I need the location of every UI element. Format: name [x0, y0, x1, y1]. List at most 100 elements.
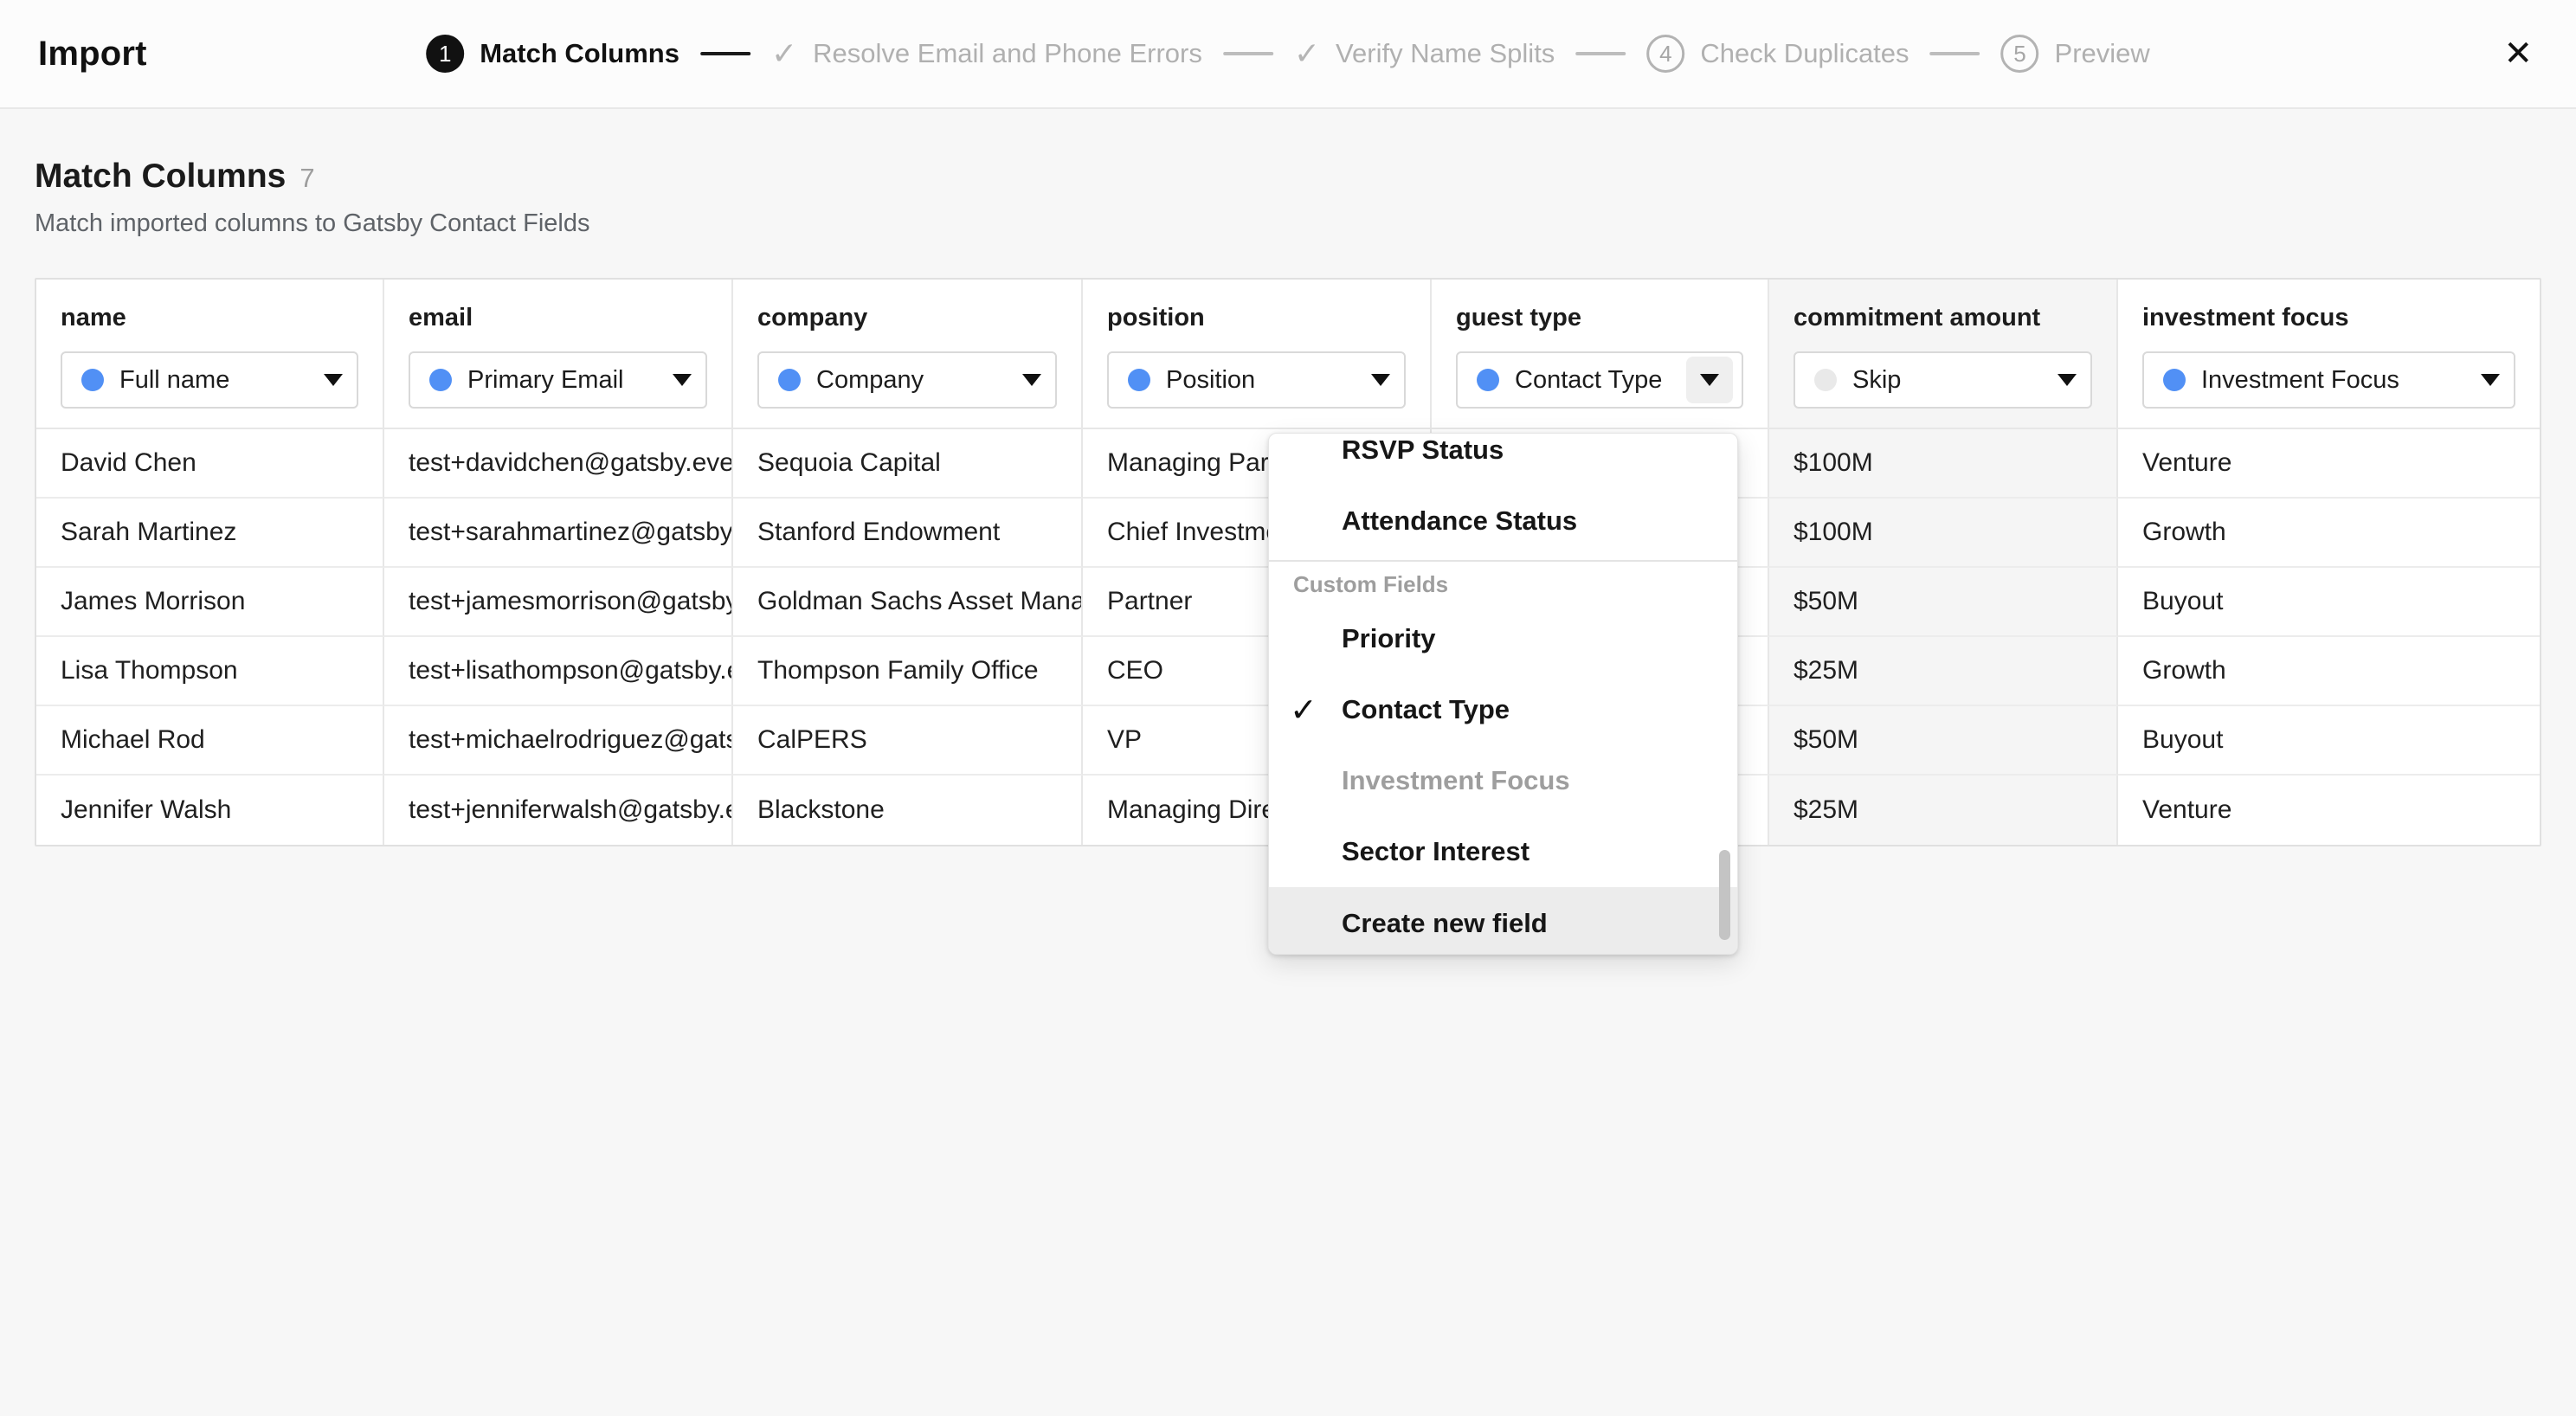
menu-item-label: Sector Interest — [1342, 836, 1530, 867]
column-header-name: name Full name — [36, 280, 384, 429]
step-check-duplicates[interactable]: 4Check Duplicates — [1646, 35, 1909, 73]
step-connector — [1223, 52, 1273, 55]
step-complete-check-icon: ✓ — [771, 35, 797, 72]
column-label: investment focus — [2142, 304, 2515, 332]
step-resolve-email-and-phone-errors[interactable]: ✓ Resolve Email and Phone Errors — [771, 35, 1202, 72]
mapped-field-dot-icon — [1128, 369, 1150, 391]
menu-item-sector-interest[interactable]: Sector Interest — [1269, 816, 1737, 887]
field-select-position[interactable]: Position — [1107, 351, 1406, 409]
table-cell-name: Lisa Thompson — [36, 637, 384, 706]
select-value: Full name — [119, 366, 308, 395]
step-connector — [1930, 52, 1980, 55]
field-select-investment-focus[interactable]: Investment Focus — [2142, 351, 2515, 409]
column-header-commitment-amount: commitment amount Skip — [1769, 280, 2118, 429]
import-wizard-page: { "header": { "title": "Import", "close_… — [0, 0, 2576, 1416]
menu-item-create-new-field[interactable]: Create new field — [1269, 887, 1737, 955]
mapped-field-dot-icon — [778, 369, 801, 391]
chevron-down-icon — [1371, 374, 1390, 386]
mapped-field-dot-icon — [429, 369, 452, 391]
chevron-button — [1686, 357, 1733, 403]
column-label: email — [409, 304, 707, 332]
chevron-down-icon — [673, 374, 692, 386]
select-value: Company — [816, 366, 1007, 395]
menu-item-investment-focus[interactable]: Investment Focus — [1269, 745, 1737, 816]
page-title: Match Columns — [35, 158, 286, 196]
table-cell-name: David Chen — [36, 429, 384, 499]
select-value: Position — [1166, 366, 1356, 395]
table-cell-name: Sarah Martinez — [36, 499, 384, 568]
menu-divider — [1269, 560, 1737, 562]
check-icon: ✓ — [1290, 691, 1317, 730]
stepper: 1Match Columns ✓ Resolve Email and Phone E… — [426, 0, 2150, 107]
table-cell-investment-focus: Buyout — [2118, 706, 2540, 776]
import-title: Import — [38, 35, 147, 74]
menu-item-label: Contact Type — [1342, 694, 1510, 725]
table-cell-email: test+jamesmorrison@gatsby.e — [384, 568, 733, 637]
table-cell-email: test+davidchen@gatsby.event — [384, 429, 733, 499]
table-cell-commitment-amount: $50M — [1769, 568, 2118, 637]
menu-item-contact-type[interactable]: ✓ Contact Type — [1269, 674, 1737, 745]
field-select-company[interactable]: Company — [757, 351, 1057, 409]
mapped-field-dot-icon — [2163, 369, 2186, 391]
menu-item-label: Create new field — [1342, 908, 1548, 939]
column-label: name — [61, 304, 358, 332]
table-cell-investment-focus: Growth — [2118, 637, 2540, 706]
field-select-skip[interactable]: Skip — [1794, 351, 2092, 409]
menu-section-custom-fields: Custom Fields — [1269, 565, 1737, 603]
step-verify-name-splits[interactable]: ✓ Verify Name Splits — [1294, 35, 1555, 72]
mapped-field-dot-icon — [81, 369, 104, 391]
table-cell-company: Goldman Sachs Asset Manage — [733, 568, 1083, 637]
menu-item-rsvp-status[interactable]: RSVP Status — [1269, 433, 1737, 486]
table-cell-company: Stanford Endowment — [733, 499, 1083, 568]
table-cell-company: Thompson Family Office — [733, 637, 1083, 706]
table-cell-company: Blackstone — [733, 776, 1083, 845]
menu-item-attendance-status[interactable]: Attendance Status — [1269, 486, 1737, 557]
chevron-down-icon — [1022, 374, 1041, 386]
field-select-primary-email[interactable]: Primary Email — [409, 351, 707, 409]
table-cell-investment-focus: Venture — [2118, 776, 2540, 845]
select-value: Investment Focus — [2201, 366, 2465, 395]
step-label: Preview — [2055, 38, 2150, 69]
field-select-contact-type[interactable]: Contact Type — [1456, 351, 1743, 409]
table-cell-name: Jennifer Walsh — [36, 776, 384, 845]
table-cell-investment-focus: Growth — [2118, 499, 2540, 568]
close-icon[interactable]: ✕ — [2498, 33, 2538, 74]
menu-item-priority[interactable]: Priority — [1269, 603, 1737, 674]
menu-scrollbar[interactable] — [1719, 850, 1730, 940]
column-label: company — [757, 304, 1057, 332]
skip-dot-icon — [1814, 369, 1837, 391]
table-cell-investment-focus: Buyout — [2118, 568, 2540, 637]
table-cell-email: test+sarahmartinez@gatsby.ev — [384, 499, 733, 568]
chevron-down-icon — [324, 374, 343, 386]
step-number-badge: 4 — [1646, 35, 1684, 73]
table-cell-email: test+jenniferwalsh@gatsby.ev — [384, 776, 733, 845]
chevron-down-icon — [1700, 374, 1719, 386]
chevron-down-icon — [2058, 374, 2077, 386]
table-cell-commitment-amount: $25M — [1769, 637, 2118, 706]
table-cell-email: test+lisathompson@gatsby.ev — [384, 637, 733, 706]
column-header-email: email Primary Email — [384, 280, 733, 429]
column-label: commitment amount — [1794, 304, 2092, 332]
select-value: Contact Type — [1515, 366, 1671, 395]
step-match-columns[interactable]: 1Match Columns — [426, 35, 679, 73]
menu-item-label: Priority — [1342, 623, 1436, 654]
step-complete-check-icon: ✓ — [1294, 35, 1320, 72]
column-header-company: company Company — [733, 280, 1083, 429]
column-header-guest-type: guest type Contact Type — [1432, 280, 1769, 429]
import-header: Import 1Match Columns ✓ Resolve Email and … — [0, 0, 2576, 109]
menu-item-label: RSVP Status — [1342, 434, 1504, 466]
column-label: guest type — [1456, 304, 1743, 332]
page-head: Match Columns 7 Match imported columns t… — [35, 158, 2541, 238]
step-label: Match Columns — [480, 38, 679, 69]
select-value: Skip — [1852, 366, 2042, 395]
select-value: Primary Email — [467, 366, 657, 395]
step-preview[interactable]: 5 Preview — [2001, 35, 2150, 73]
mapped-field-dot-icon — [1477, 369, 1499, 391]
step-label: Verify Name Splits — [1336, 38, 1555, 69]
field-select-full-name[interactable]: Full name — [61, 351, 358, 409]
step-label: Resolve Email and Phone Errors — [813, 38, 1202, 69]
step-connector — [700, 52, 750, 55]
table-cell-commitment-amount: $50M — [1769, 706, 2118, 776]
table-cell-investment-focus: Venture — [2118, 429, 2540, 499]
step-number-badge: 5 — [2001, 35, 2039, 73]
